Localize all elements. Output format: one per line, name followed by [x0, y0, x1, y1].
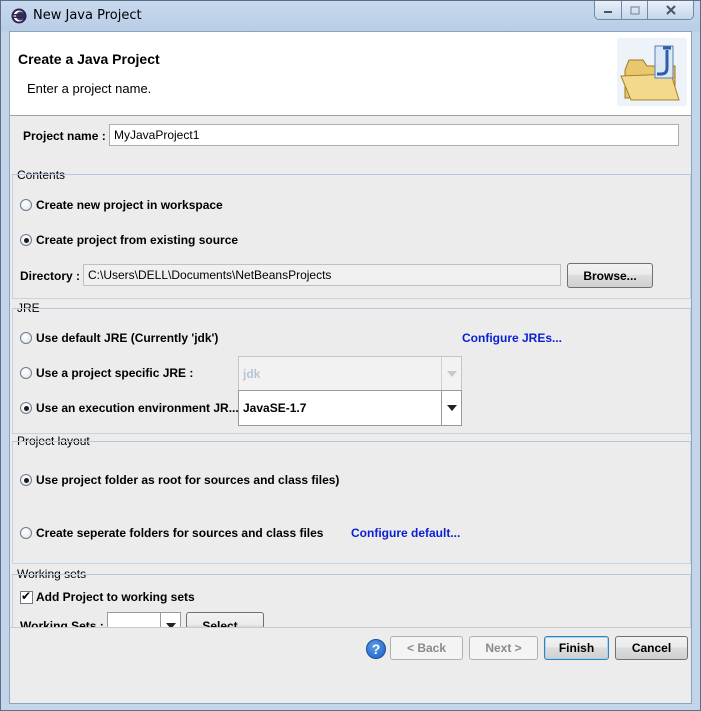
minimize-button[interactable]: [594, 1, 622, 20]
default-jre-radio[interactable]: [20, 332, 32, 344]
create-existing-label: Create project from existing source: [36, 233, 239, 247]
page-message: Enter a project name.: [27, 81, 152, 96]
default-jre-label: Use default JRE (Currently 'jdk'): [36, 331, 219, 345]
specific-jre-value: jdk: [243, 367, 261, 381]
specific-jre-label: Use a project specific JRE :: [36, 366, 194, 380]
configure-jres-link[interactable]: Configure JREs...: [462, 331, 562, 345]
configure-default-link[interactable]: Configure default...: [351, 526, 460, 540]
dialog-client-area: Create a Java Project Enter a project na…: [9, 31, 692, 704]
execution-env-radio[interactable]: [20, 402, 32, 414]
create-existing-radio[interactable]: [20, 234, 32, 246]
single-folder-label: Use project folder as root for sources a…: [36, 473, 340, 487]
eclipse-icon: [11, 8, 27, 24]
directory-input[interactable]: C:\Users\DELL\Documents\NetBeansProjects: [83, 264, 561, 286]
working-sets-clip: Working sets Add Project to working sets…: [10, 564, 691, 628]
specific-jre-radio[interactable]: [20, 367, 32, 379]
chevron-down-icon: [441, 357, 461, 391]
project-layout-group: [12, 441, 691, 564]
project-name-label: Project name :: [23, 129, 106, 143]
separate-folders-radio[interactable]: [20, 527, 32, 539]
single-folder-radio[interactable]: [20, 474, 32, 486]
maximize-button[interactable]: [622, 1, 648, 20]
browse-button[interactable]: Browse...: [567, 263, 653, 288]
minimize-icon: [604, 11, 612, 13]
cancel-button[interactable]: Cancel: [615, 636, 688, 660]
close-icon: [665, 5, 676, 15]
help-icon[interactable]: ?: [366, 639, 386, 659]
add-to-working-sets-label: Add Project to working sets: [36, 590, 195, 604]
java-folder-wizard-icon: [617, 38, 687, 106]
separate-folders-label: Create seperate folders for sources and …: [36, 526, 324, 540]
page-title: Create a Java Project: [18, 51, 160, 67]
window-title: New Java Project: [33, 8, 142, 23]
working-sets-combo[interactable]: [107, 612, 181, 628]
directory-label: Directory :: [20, 269, 81, 283]
execution-env-label: Use an execution environment JR...: [36, 401, 239, 415]
close-button[interactable]: [648, 1, 694, 20]
add-to-working-sets-checkbox[interactable]: [20, 589, 33, 604]
maximize-icon: [629, 5, 640, 15]
button-bar-divider: [10, 627, 691, 628]
wizard-header: Create a Java Project Enter a project na…: [10, 32, 691, 116]
project-name-input[interactable]: MyJavaProject1: [109, 124, 679, 146]
chevron-down-icon[interactable]: [441, 391, 461, 425]
new-java-project-window: New Java Project Create a Java Project E…: [0, 0, 701, 711]
title-bar[interactable]: New Java Project: [1, 1, 700, 31]
select-working-sets-button[interactable]: Select...: [186, 612, 264, 628]
create-new-label: Create new project in workspace: [36, 198, 223, 212]
next-button[interactable]: Next >: [469, 636, 538, 660]
execution-env-combo[interactable]: JavaSE-1.7: [238, 390, 462, 426]
create-new-radio[interactable]: [20, 199, 32, 211]
specific-jre-combo[interactable]: jdk: [238, 356, 462, 392]
finish-button[interactable]: Finish: [544, 636, 609, 660]
chevron-down-icon: [160, 613, 180, 628]
execution-env-value: JavaSE-1.7: [243, 401, 307, 415]
back-button[interactable]: < Back: [390, 636, 463, 660]
